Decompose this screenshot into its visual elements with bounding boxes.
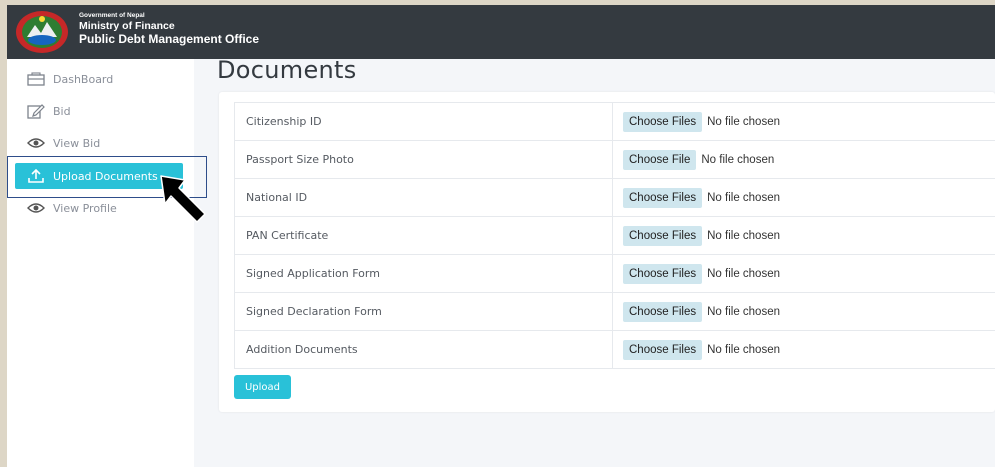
dashboard-icon: [26, 70, 46, 88]
file-input-national-id[interactable]: Choose Files No file chosen: [623, 187, 995, 208]
choose-file-button[interactable]: Choose File: [623, 149, 697, 170]
documents-card: Citizenship ID Choose Files No file chose…: [219, 92, 995, 412]
file-status: No file chosen: [707, 191, 780, 204]
choose-file-button[interactable]: Choose Files: [623, 301, 703, 322]
file-status: No file chosen: [707, 115, 780, 128]
document-label: National ID: [234, 178, 613, 217]
office-name: Public Debt Management Office: [79, 32, 260, 46]
file-status: No file chosen: [707, 229, 780, 242]
document-label: Signed Application Form: [234, 254, 613, 293]
file-input-citizenship-id[interactable]: Choose Files No file chosen: [623, 111, 995, 132]
table-row: Citizenship ID Choose Files No file chose…: [234, 102, 995, 141]
top-header: Government of Nepal Ministry of Finance …: [7, 5, 995, 59]
table-row: Addition Documents Choose Files No file c…: [234, 330, 995, 369]
choose-file-button[interactable]: Choose Files: [623, 339, 703, 360]
file-status: No file chosen: [707, 343, 780, 356]
file-status: No file chosen: [707, 305, 780, 318]
document-label: Addition Documents: [234, 330, 613, 369]
choose-file-button[interactable]: Choose Files: [623, 263, 703, 284]
sidebar-item-view-bid[interactable]: View Bid: [26, 133, 100, 153]
document-label: Citizenship ID: [234, 102, 613, 141]
file-input-signed-application[interactable]: Choose Files No file chosen: [623, 263, 995, 284]
page-title: Documents: [217, 56, 357, 84]
document-label: PAN Certificate: [234, 216, 613, 255]
app-frame: Government of Nepal Ministry of Finance …: [7, 5, 995, 467]
sidebar-item-bid[interactable]: Bid: [26, 101, 71, 121]
file-status: No file chosen: [701, 153, 775, 166]
sidebar-item-label: DashBoard: [53, 72, 114, 86]
upload-icon: [26, 167, 46, 185]
document-label: Passport Size Photo: [234, 140, 613, 179]
organization-title: Government of Nepal Ministry of Finance …: [79, 12, 259, 46]
upload-button[interactable]: Upload: [234, 375, 291, 399]
file-input-addition-documents[interactable]: Choose Files No file chosen: [623, 339, 995, 360]
pointer-arrow-icon: [160, 175, 206, 223]
eye-icon: [26, 134, 46, 152]
file-input-signed-declaration[interactable]: Choose Files No file chosen: [623, 301, 995, 322]
sidebar-item-label: View Bid: [53, 136, 101, 150]
document-label: Signed Declaration Form: [234, 292, 613, 331]
documents-table: Citizenship ID Choose Files No file chose…: [234, 102, 995, 369]
edit-icon: [26, 102, 46, 120]
sidebar-item-label: View Profile: [53, 201, 117, 215]
nepal-emblem-logo: [16, 11, 68, 53]
choose-file-button[interactable]: Choose Files: [623, 187, 703, 208]
sidebar-item-view-profile[interactable]: View Profile: [26, 198, 117, 218]
sidebar-item-label: Bid: [53, 104, 71, 118]
table-row: Signed Application Form Choose Files No f…: [234, 254, 995, 293]
file-status: No file chosen: [707, 267, 780, 280]
file-input-pan-certificate[interactable]: Choose Files No file chosen: [623, 225, 995, 246]
table-row: PAN Certificate Choose Files No file chos…: [234, 216, 995, 255]
sidebar-item-dashboard[interactable]: DashBoard: [26, 69, 113, 89]
choose-file-button[interactable]: Choose Files: [623, 225, 703, 246]
sidebar: DashBoard Bid View Bid Upload Documents …: [7, 59, 194, 467]
file-input-passport-photo[interactable]: Choose File No file chosen: [623, 149, 995, 170]
table-row: Passport Size Photo Choose File No file c…: [234, 140, 995, 179]
government-line: Government of Nepal: [79, 12, 145, 19]
choose-file-button[interactable]: Choose Files: [623, 111, 703, 132]
ministry-name: Ministry of Finance: [79, 20, 175, 32]
table-row: Signed Declaration Form Choose Files No f…: [234, 292, 995, 331]
table-row: National ID Choose Files No file chosen: [234, 178, 995, 217]
sidebar-item-label: Upload Documents: [53, 169, 158, 183]
eye-icon: [26, 199, 46, 217]
